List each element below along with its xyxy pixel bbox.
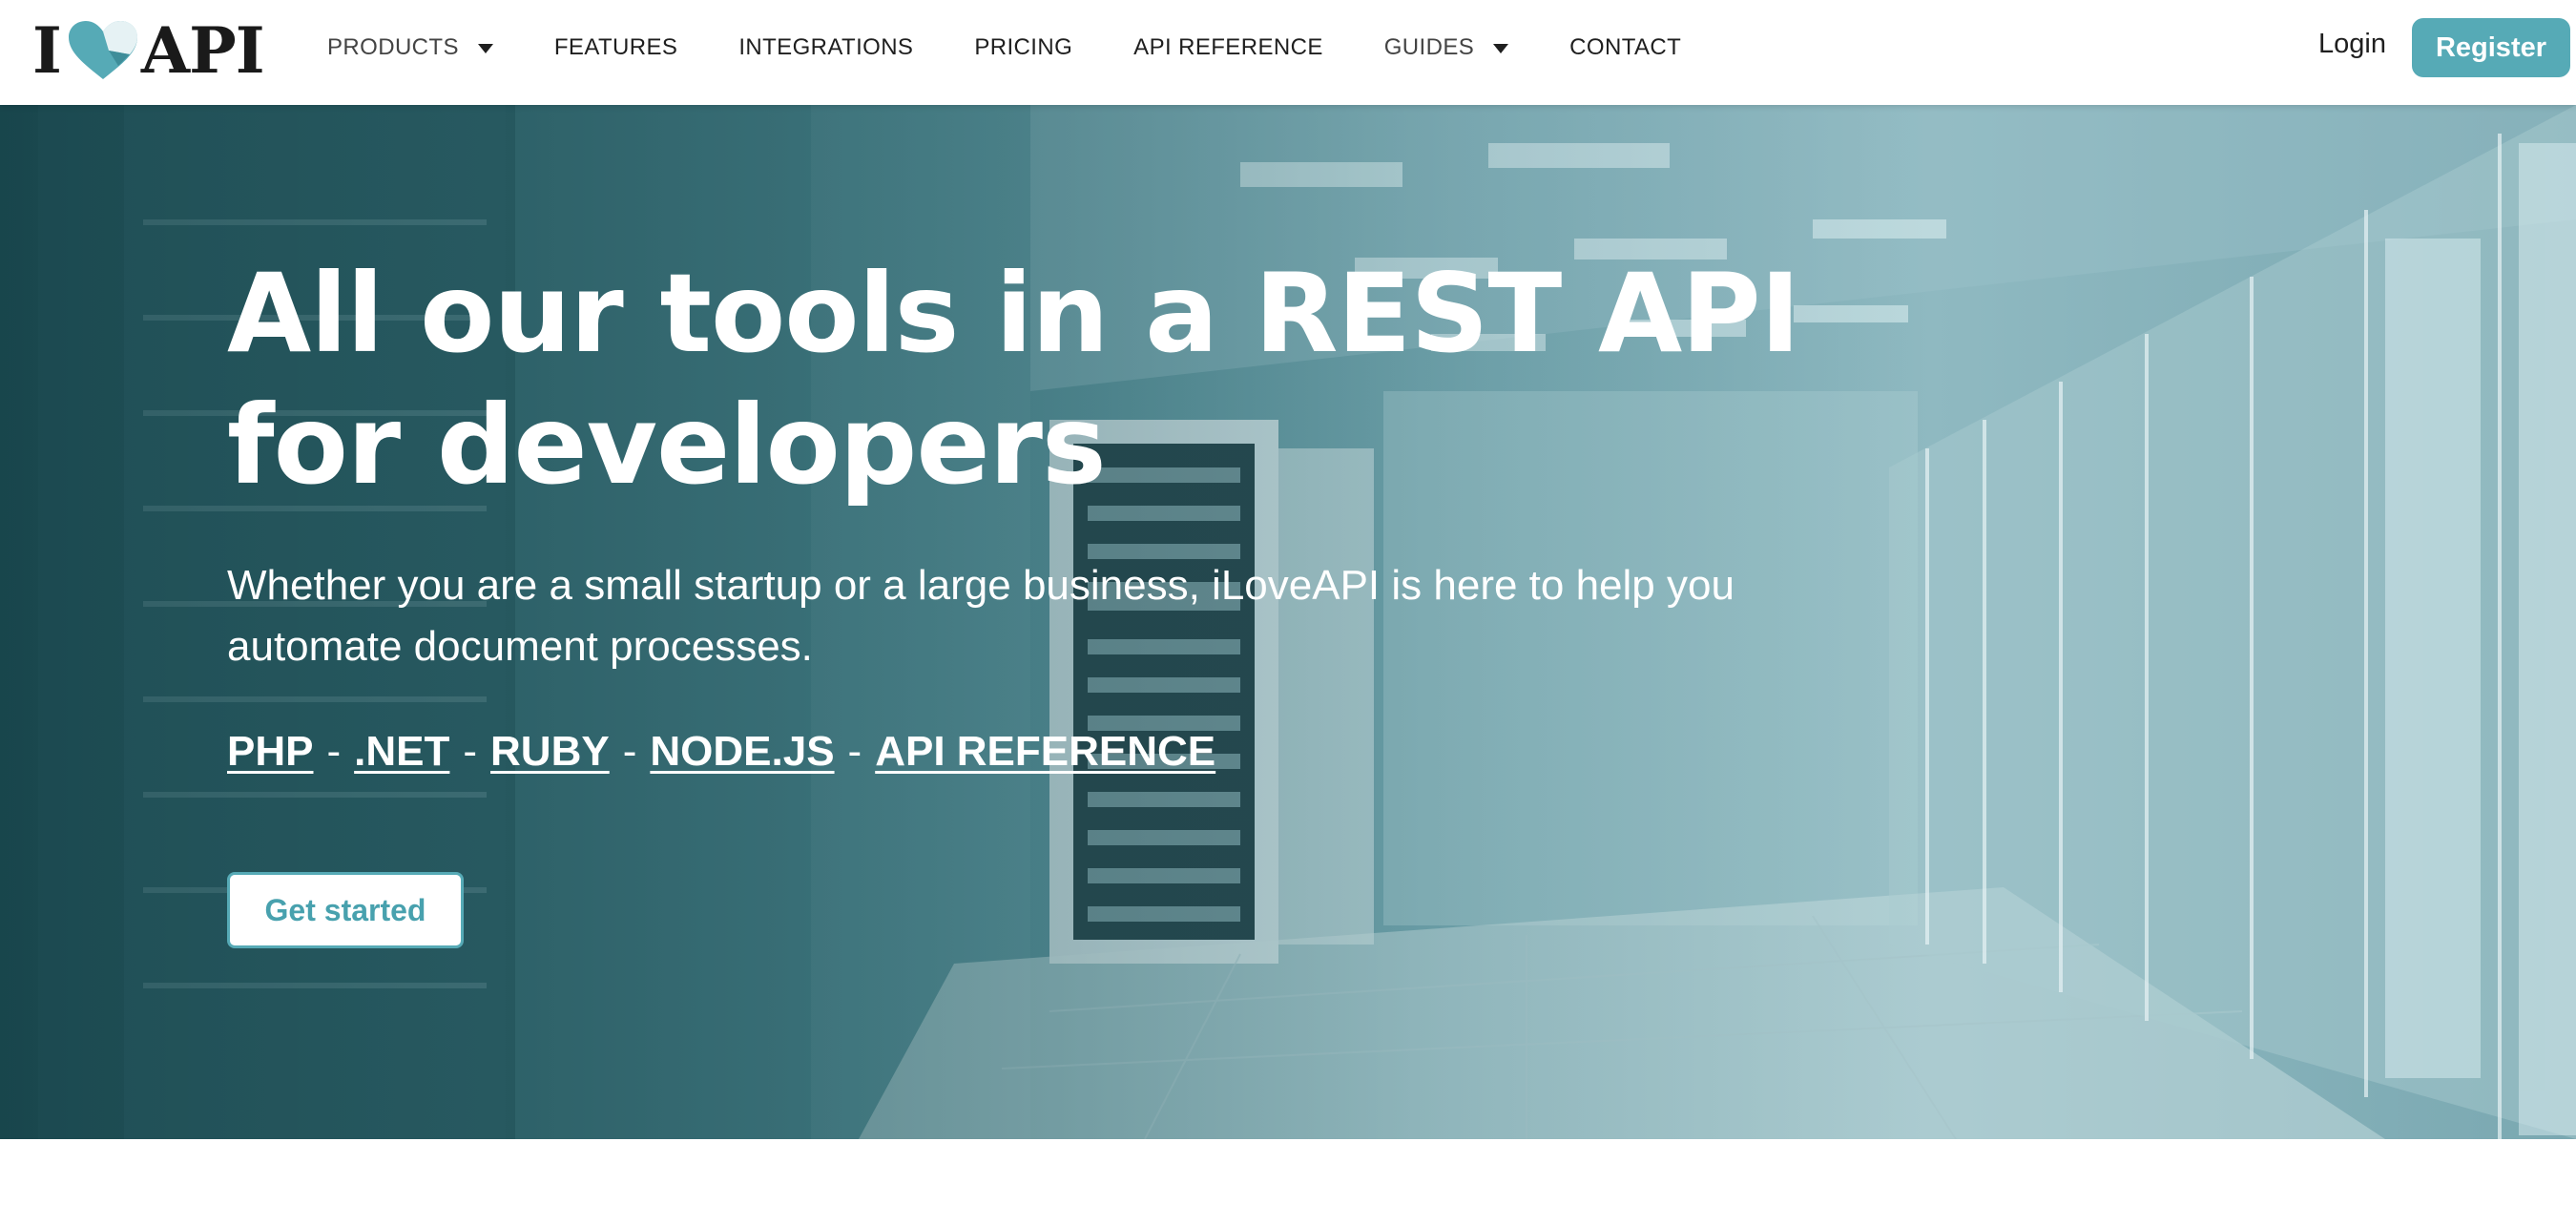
link-separator: - <box>326 728 342 775</box>
link-separator: - <box>847 728 862 775</box>
heart-icon <box>68 21 137 79</box>
hero-title: All our tools in a REST API for develope… <box>227 250 1800 509</box>
sdk-link-ruby[interactable]: RUBY <box>490 723 610 780</box>
nav-item-integrations[interactable]: INTEGRATIONS <box>738 34 913 61</box>
nav-item-label: PRODUCTS <box>327 34 459 60</box>
login-link[interactable]: Login <box>2318 29 2386 60</box>
nav-item-label: PRICING <box>974 34 1073 60</box>
nav-item-label: CONTACT <box>1569 34 1682 60</box>
sdk-link-api-reference[interactable]: API REFERENCE <box>875 723 1215 780</box>
sdk-link-net[interactable]: .NET <box>354 723 449 780</box>
sdk-link-node-js[interactable]: NODE.JS <box>650 723 834 780</box>
nav-item-label: FEATURES <box>553 34 678 60</box>
hero-content: All our tools in a REST API for develope… <box>227 248 1944 948</box>
top-navbar: I API PRODUCTS FEATURES INTEGRATIONS PRICIN… <box>0 0 2576 105</box>
link-separator: - <box>622 728 637 775</box>
caret-down-icon <box>477 44 493 53</box>
hero-section: All our tools in a REST API for develope… <box>0 105 2576 1139</box>
sdk-links: PHP - .NET - RUBY - NODE.JS - API REFERENCE <box>227 723 1944 780</box>
sdk-link-php[interactable]: PHP <box>227 723 313 780</box>
register-button[interactable]: Register <box>2412 18 2570 77</box>
logo-suffix: API <box>140 13 265 88</box>
logo-prefix: I <box>32 13 62 88</box>
get-started-button[interactable]: Get started <box>227 872 464 948</box>
main-nav: PRODUCTS FEATURES INTEGRATIONS PRICING API R… <box>327 0 1742 95</box>
nav-item-label: API REFERENCE <box>1133 34 1323 60</box>
link-separator: - <box>463 728 478 775</box>
nav-item-api-reference[interactable]: API REFERENCE <box>1133 34 1323 61</box>
caret-down-icon <box>1493 44 1509 53</box>
nav-item-features[interactable]: FEATURES <box>554 34 677 61</box>
nav-item-pricing[interactable]: PRICING <box>974 34 1072 61</box>
nav-item-label: GUIDES <box>1383 34 1475 60</box>
nav-item-products[interactable]: PRODUCTS <box>327 34 493 61</box>
hero-subtitle: Whether you are a small startup or a lar… <box>227 562 1735 670</box>
logo-link[interactable]: I API <box>32 13 265 88</box>
nav-item-contact[interactable]: CONTACT <box>1569 34 1681 61</box>
nav-item-guides[interactable]: GUIDES <box>1383 34 1509 61</box>
nav-item-label: INTEGRATIONS <box>738 34 914 60</box>
